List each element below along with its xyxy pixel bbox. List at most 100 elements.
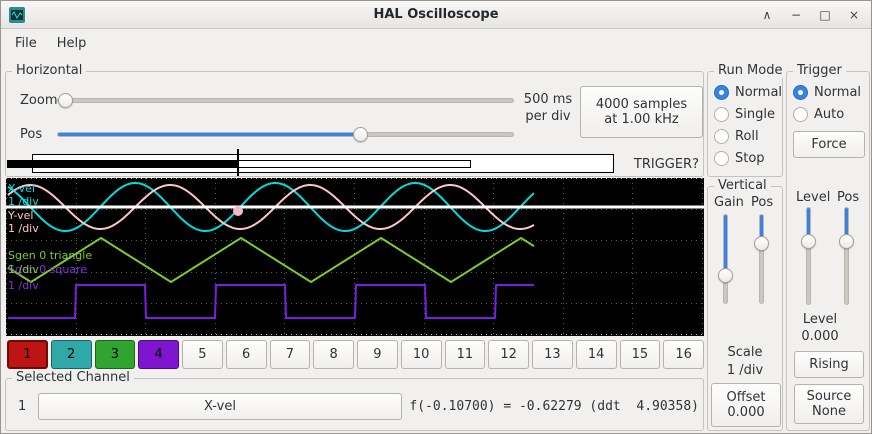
source-button[interactable]: Source None: [794, 384, 864, 424]
vertical-title: Vertical: [714, 178, 771, 193]
radio-icon[interactable]: [714, 129, 729, 144]
app-window: HAL Oscilloscope ∧ − □ × File Help Horiz…: [0, 0, 872, 434]
trigger-marker: [233, 206, 243, 216]
channel-button-row: 12345678910111213141516: [7, 340, 704, 369]
channel-button-11[interactable]: 11: [445, 340, 486, 369]
trigger-level-label: Level: [796, 190, 830, 205]
scope-label-1-div: 1 /div: [8, 263, 39, 276]
zoom-slider[interactable]: [57, 98, 514, 103]
radio-label: Single: [735, 107, 775, 122]
channel-button-15[interactable]: 15: [620, 340, 661, 369]
menu-bar: File Help: [1, 29, 871, 57]
menu-file[interactable]: File: [5, 32, 47, 55]
radio-label: Roll: [735, 129, 759, 144]
radio-stop[interactable]: Stop: [714, 150, 765, 166]
channel-button-5[interactable]: 5: [182, 340, 223, 369]
window-controls: ∧ − □ ×: [760, 8, 861, 22]
radio-icon[interactable]: [714, 107, 729, 122]
channel-name-button[interactable]: X-vel: [38, 393, 402, 420]
maximize-icon[interactable]: □: [818, 8, 832, 22]
trigger-level-readout-value: 0.000: [787, 329, 853, 344]
scope-label-1-div: 1 /div: [8, 279, 39, 292]
record-progress-bar: [7, 160, 239, 168]
trigger-level-slider[interactable]: [806, 207, 811, 305]
close-icon[interactable]: ×: [847, 8, 861, 22]
trigger-level-slider-handle[interactable]: [801, 234, 816, 249]
radio-selected-icon[interactable]: [793, 85, 808, 100]
trigger-status: TRIGGER?: [634, 157, 699, 172]
trigger-level-readout-label: Level: [787, 312, 853, 327]
pos-label: Pos: [20, 127, 42, 142]
channel-button-7[interactable]: 7: [270, 340, 311, 369]
channel-button-1[interactable]: 1: [7, 340, 48, 369]
scope-display[interactable]: X-vel1 /divY-vel1 /divSgen 0 triangleSge…: [6, 178, 704, 336]
selected-channel-panel: Selected Channel 1 X-vel f(-0.10700) = -…: [5, 378, 704, 431]
channel-button-6[interactable]: 6: [226, 340, 267, 369]
vertical-pos-slider-handle[interactable]: [754, 236, 769, 251]
vertical-gain-slider[interactable]: [723, 214, 728, 304]
trigger-pos-slider[interactable]: [844, 207, 849, 305]
vertical-pos-label: Pos: [751, 195, 773, 210]
vertical-panel: Vertical Gain Pos Scale 1 /div Offset 0.…: [707, 186, 783, 431]
scope-label-y-vel: Y-vel: [8, 209, 33, 222]
edge-button[interactable]: Rising: [794, 351, 864, 378]
vertical-gain-slider-handle[interactable]: [718, 268, 733, 283]
title-bar: HAL Oscilloscope ∧ − □ ×: [1, 1, 871, 29]
channel-button-9[interactable]: 9: [357, 340, 398, 369]
radio-selected-icon[interactable]: [714, 85, 729, 100]
scope-label-sgen-0-triangle: Sgen 0 triangle: [8, 249, 92, 262]
radio-icon[interactable]: [714, 151, 729, 166]
channel-button-3[interactable]: 3: [95, 340, 136, 369]
trigger-title: Trigger: [793, 63, 846, 78]
samples-button[interactable]: 4000 samples at 1.00 kHz: [580, 86, 703, 138]
force-button[interactable]: Force: [793, 131, 865, 158]
radio-normal[interactable]: Normal: [714, 84, 782, 100]
vertical-pos-slider[interactable]: [759, 214, 764, 304]
radio-label: Normal: [735, 85, 782, 100]
selected-channel-title: Selected Channel: [12, 370, 134, 385]
radio-icon[interactable]: [793, 107, 808, 122]
scope-label-1-div: 1 /div: [8, 195, 39, 208]
channel-button-12[interactable]: 12: [488, 340, 529, 369]
horizontal-pos-slider-handle[interactable]: [353, 127, 368, 142]
radio-label: Auto: [814, 107, 844, 122]
channel-button-2[interactable]: 2: [51, 340, 92, 369]
radio-label: Normal: [814, 85, 861, 100]
vertical-scale-value: 1 /div: [708, 363, 782, 378]
channel-button-8[interactable]: 8: [313, 340, 354, 369]
channel-button-14[interactable]: 14: [576, 340, 617, 369]
run-mode-panel: Run Mode NormalSingleRollStop: [707, 71, 783, 177]
radio-label: Stop: [735, 151, 765, 166]
channel-button-13[interactable]: 13: [532, 340, 573, 369]
menu-help[interactable]: Help: [47, 32, 97, 55]
horizontal-pos-slider[interactable]: [57, 132, 514, 137]
time-per-div: 500 ms per div: [518, 91, 578, 125]
minimize-icon[interactable]: −: [789, 8, 803, 22]
trigger-pos-label: Pos: [837, 190, 859, 205]
selected-channel-number: 1: [18, 399, 26, 414]
scope-label-1-div: 1 /div: [8, 222, 39, 235]
vertical-gain-label: Gain: [714, 195, 744, 210]
shade-icon[interactable]: ∧: [760, 8, 774, 22]
radio-single[interactable]: Single: [714, 106, 775, 122]
zoom-slider-handle[interactable]: [58, 93, 73, 108]
radio-roll[interactable]: Roll: [714, 128, 759, 144]
window-title: HAL Oscilloscope: [151, 7, 721, 22]
channel-button-4[interactable]: 4: [138, 340, 179, 369]
trigger-position-line: [237, 149, 239, 176]
run-mode-title: Run Mode: [714, 63, 786, 78]
radio-auto[interactable]: Auto: [793, 106, 844, 122]
scope-label-x-vel: X-vel: [8, 182, 35, 195]
scope-traces-svg: [6, 178, 704, 336]
horizontal-panel-title: Horizontal: [12, 63, 86, 78]
zoom-label: Zoom: [20, 93, 57, 108]
channel-readout: f(-0.10700) = -0.62279 (ddt 4.90358): [409, 399, 699, 414]
trace-sgen-0-square: [8, 285, 534, 318]
vertical-scale-label: Scale: [708, 345, 782, 360]
radio-normal[interactable]: Normal: [793, 84, 861, 100]
channel-button-10[interactable]: 10: [401, 340, 442, 369]
channel-button-16[interactable]: 16: [663, 340, 704, 369]
offset-button[interactable]: Offset 0.000: [711, 383, 781, 427]
horizontal-panel: Horizontal Zoom 500 ms per div 4000 samp…: [5, 71, 704, 177]
trigger-pos-slider-handle[interactable]: [839, 234, 854, 249]
